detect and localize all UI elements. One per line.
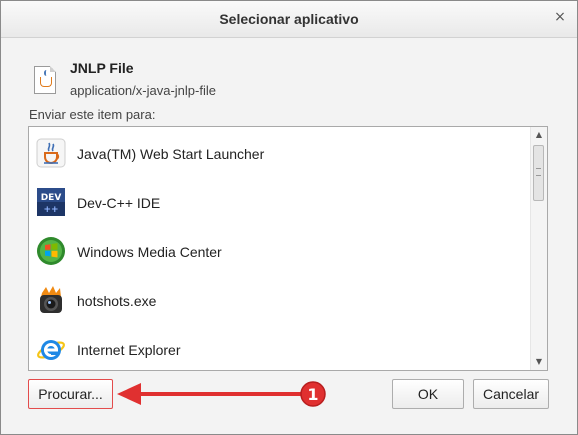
select-application-dialog: Selecionar aplicativo × JNLP File applic… (0, 0, 578, 435)
list-item-java-web-start[interactable]: Java(TM) Web Start Launcher (29, 129, 531, 178)
annotation-marker-number: 1 (307, 385, 318, 404)
java-icon (36, 138, 66, 168)
file-mime-type: application/x-java-jnlp-file (70, 83, 216, 98)
title-bar: Selecionar aplicativo × (1, 1, 577, 38)
hotshots-icon (40, 286, 62, 313)
dev-cpp-icon: DEV ++ (37, 188, 65, 216)
send-to-label: Enviar este item para: (29, 107, 156, 122)
list-item-hotshots[interactable]: hotshots.exe (29, 276, 531, 325)
annotation-arrow: 1 (117, 381, 326, 407)
browse-button[interactable]: Procurar... (28, 379, 113, 409)
list-item-label: Windows Media Center (77, 244, 222, 260)
list-item-windows-media-center[interactable]: Windows Media Center (29, 227, 531, 276)
scroll-thumb[interactable] (533, 145, 544, 201)
dialog-title: Selecionar aplicativo (219, 11, 359, 27)
application-list[interactable]: Java(TM) Web Start Launcher DEV ++ Dev-C… (28, 126, 548, 371)
list-item-internet-explorer[interactable]: Internet Explorer (29, 325, 531, 370)
scroll-down-arrow-icon[interactable]: ▼ (531, 354, 547, 370)
list-scrollbar[interactable]: ▲ ▼ (530, 127, 547, 370)
list-item-label: Java(TM) Web Start Launcher (77, 146, 265, 162)
internet-explorer-icon (37, 340, 65, 360)
svg-text:++: ++ (43, 205, 58, 215)
list-item-dev-cpp[interactable]: DEV ++ Dev-C++ IDE (29, 178, 531, 227)
list-item-label: Dev-C++ IDE (77, 195, 161, 211)
cancel-button[interactable]: Cancelar (473, 379, 549, 409)
ok-button[interactable]: OK (392, 379, 464, 409)
svg-text:DEV: DEV (41, 193, 62, 203)
list-item-label: hotshots.exe (77, 293, 157, 309)
close-icon[interactable]: × (553, 10, 567, 24)
list-item-label: Internet Explorer (77, 342, 181, 358)
java-document-icon (34, 66, 56, 94)
file-type-name: JNLP File (70, 60, 134, 76)
windows-media-center-icon (37, 237, 65, 265)
scroll-up-arrow-icon[interactable]: ▲ (531, 127, 547, 143)
